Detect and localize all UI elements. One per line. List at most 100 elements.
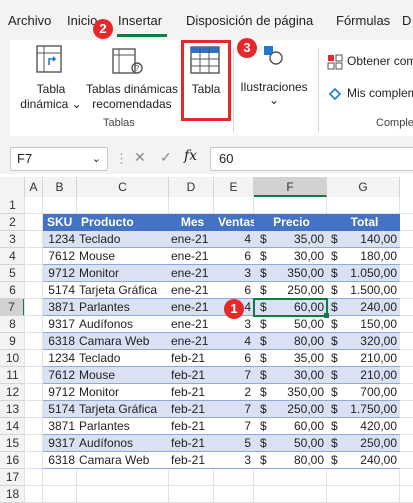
cancel-icon[interactable]: ✕ xyxy=(134,149,146,166)
table-cell-sku[interactable]: 3871 xyxy=(43,299,77,316)
row-header-10[interactable]: 10 xyxy=(0,350,25,367)
row-header-5[interactable]: 5 xyxy=(0,265,25,282)
row-header-15[interactable]: 15 xyxy=(0,435,25,452)
table-cell-sales[interactable]: 6 xyxy=(214,350,254,367)
row-header-7[interactable]: 7 xyxy=(0,299,25,316)
table-cell-product[interactable]: Monitor xyxy=(77,384,169,401)
table-cell-product[interactable]: Monitor xyxy=(77,265,169,282)
table-button[interactable]: Tabla xyxy=(186,82,226,97)
table-cell-sku[interactable]: 9317 xyxy=(43,316,77,333)
column-header-c[interactable]: C xyxy=(77,177,169,197)
table-cell-sales[interactable]: 6 xyxy=(214,282,254,299)
column-header-g[interactable]: G xyxy=(327,177,400,197)
table-cell-product[interactable]: Camara Web xyxy=(77,333,169,350)
my-addins-button[interactable]: Mis complem xyxy=(347,86,413,100)
row-header-18[interactable]: 18 xyxy=(0,486,25,503)
row-header-4[interactable]: 4 xyxy=(0,248,25,265)
table-header-cell[interactable]: SKU xyxy=(43,214,77,231)
table-cell-product[interactable]: Tarjeta Gráfica xyxy=(77,282,169,299)
name-box[interactable]: F7 ⌄ xyxy=(10,147,108,171)
table-cell-total[interactable]: $250,00 xyxy=(327,435,400,452)
row-header-1[interactable]: 1 xyxy=(0,197,25,214)
table-cell-month[interactable]: feb-21 xyxy=(169,418,214,435)
table-cell-sku[interactable]: 7612 xyxy=(43,367,77,384)
menu-formulas[interactable]: Fórmulas xyxy=(336,13,390,28)
table-cell-month[interactable]: feb-21 xyxy=(169,401,214,418)
table-cell-sku[interactable]: 7612 xyxy=(43,248,77,265)
table-cell-month[interactable]: ene-21 xyxy=(169,316,214,333)
recommended-pivot-button[interactable]: Tablas dinámicas recomendadas xyxy=(86,82,178,112)
table-cell-total[interactable]: $150,00 xyxy=(327,316,400,333)
table-cell-total[interactable]: $420,00 xyxy=(327,418,400,435)
row-header-2[interactable]: 2 xyxy=(0,214,25,231)
menu-disposicion[interactable]: Disposición de página xyxy=(186,13,313,28)
table-cell-total[interactable]: $180,00 xyxy=(327,248,400,265)
table-cell-month[interactable]: feb-21 xyxy=(169,350,214,367)
column-header-b[interactable]: B xyxy=(43,177,77,197)
table-cell-product[interactable]: Parlantes xyxy=(77,299,169,316)
table-cell-product[interactable]: Teclado xyxy=(77,231,169,248)
row-header-13[interactable]: 13 xyxy=(0,401,25,418)
table-cell-price[interactable]: $350,00 xyxy=(254,265,327,282)
table-cell-sales[interactable]: 3 xyxy=(214,265,254,282)
table-header-cell[interactable]: Mes xyxy=(169,214,214,231)
table-cell-sales[interactable]: 3 xyxy=(214,452,254,469)
column-header-d[interactable]: D xyxy=(169,177,214,197)
table-cell-price[interactable]: $35,00 xyxy=(254,350,327,367)
table-cell-sku[interactable]: 5174 xyxy=(43,282,77,299)
column-header-a[interactable]: A xyxy=(25,177,43,197)
table-cell-price[interactable]: $60,00 xyxy=(254,418,327,435)
table-cell-month[interactable]: ene-21 xyxy=(169,231,214,248)
fill-handle[interactable] xyxy=(324,313,329,318)
table-cell-total[interactable]: $240,00 xyxy=(327,299,400,316)
table-cell-total[interactable]: $140,00 xyxy=(327,231,400,248)
table-cell-price[interactable]: $250,00 xyxy=(254,401,327,418)
table-cell-sales[interactable]: 6 xyxy=(214,248,254,265)
column-header-e[interactable]: E xyxy=(214,177,254,197)
table-cell-sales[interactable]: 7 xyxy=(214,367,254,384)
row-header-17[interactable]: 17 xyxy=(0,469,25,486)
row-header-3[interactable]: 3 xyxy=(0,231,25,248)
table-cell-product[interactable]: Teclado xyxy=(77,350,169,367)
table-cell-total[interactable]: $240,00 xyxy=(327,452,400,469)
table-cell-total[interactable]: $210,00 xyxy=(327,350,400,367)
table-cell-price[interactable]: $80,00 xyxy=(254,333,327,350)
table-header-cell[interactable]: Precio xyxy=(254,214,327,231)
table-cell-sku[interactable]: 1234 xyxy=(43,350,77,367)
row-header-6[interactable]: 6 xyxy=(0,282,25,299)
table-cell-price[interactable]: $35,00 xyxy=(254,231,327,248)
table-cell-month[interactable]: ene-21 xyxy=(169,282,214,299)
table-cell-product[interactable]: Mouse xyxy=(77,248,169,265)
table-cell-sales[interactable]: 4 xyxy=(214,231,254,248)
table-cell-product[interactable]: Audífonos xyxy=(77,316,169,333)
table-cell-sales[interactable]: 4 xyxy=(214,333,254,350)
insert-function-icon[interactable]: fx xyxy=(184,148,197,164)
table-cell-price[interactable]: $30,00 xyxy=(254,248,327,265)
pivot-table-button[interactable]: Tabla dinámica ⌄ xyxy=(20,82,82,112)
table-cell-month[interactable]: ene-21 xyxy=(169,299,214,316)
table-cell-total[interactable]: $210,00 xyxy=(327,367,400,384)
table-header-cell[interactable]: Total xyxy=(327,214,400,231)
table-cell-sku[interactable]: 5174 xyxy=(43,401,77,418)
table-cell-month[interactable]: feb-21 xyxy=(169,452,214,469)
table-cell-sales[interactable]: 2 xyxy=(214,384,254,401)
table-cell-product[interactable]: Audífonos xyxy=(77,435,169,452)
table-cell-sku[interactable]: 6318 xyxy=(43,333,77,350)
table-cell-total[interactable]: $320,00 xyxy=(327,333,400,350)
table-cell-sku[interactable]: 3871 xyxy=(43,418,77,435)
row-header-8[interactable]: 8 xyxy=(0,316,25,333)
menu-insertar[interactable]: Insertar xyxy=(118,13,162,28)
row-header-14[interactable]: 14 xyxy=(0,418,25,435)
table-header-cell[interactable]: Producto xyxy=(77,214,169,231)
row-header-11[interactable]: 11 xyxy=(0,367,25,384)
table-cell-product[interactable]: Parlantes xyxy=(77,418,169,435)
get-addins-button[interactable]: Obtener com xyxy=(347,54,413,68)
table-cell-sales[interactable]: 7 xyxy=(214,418,254,435)
menu-d[interactable]: D xyxy=(402,13,411,28)
row-header-12[interactable]: 12 xyxy=(0,384,25,401)
table-cell-month[interactable]: feb-21 xyxy=(169,384,214,401)
table-cell-sku[interactable]: 9712 xyxy=(43,384,77,401)
table-cell-sku[interactable]: 9317 xyxy=(43,435,77,452)
more-dots-icon[interactable]: ⋮ xyxy=(115,151,128,167)
table-cell-month[interactable]: ene-21 xyxy=(169,265,214,282)
